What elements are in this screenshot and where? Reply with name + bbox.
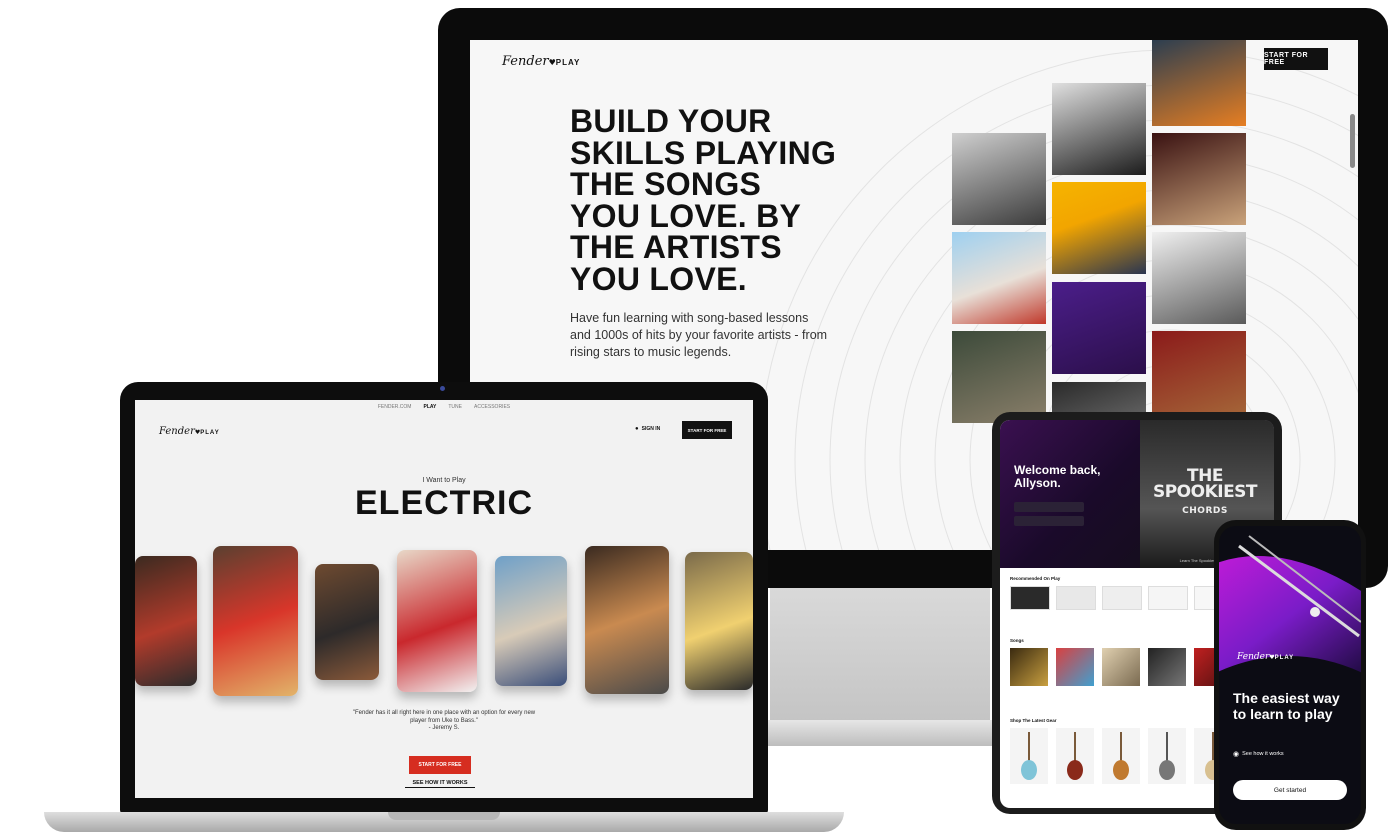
laptop-screen: FENDER.COM PLAY TUNE ACCESSORIES Fender♥…	[135, 400, 753, 798]
i-want-label: I Want to Play	[422, 477, 466, 484]
start-for-free-button[interactable]: START FOR FREE	[1264, 48, 1328, 70]
song-cover[interactable]	[1102, 648, 1140, 686]
logo-word: PLAY	[555, 58, 581, 67]
headline-line: BUILD YOUR	[570, 103, 772, 139]
welcome-message: Welcome back, Allyson.	[1014, 463, 1101, 490]
feature-title-main: THE SPOOKIEST	[1152, 466, 1258, 502]
lesson-thumbnail[interactable]	[1102, 586, 1142, 610]
phone-screen: Fender♥PLAY The easiest way to learn to …	[1219, 526, 1361, 824]
artist-photo	[952, 133, 1046, 225]
headline-line: THE SONGS	[570, 166, 762, 202]
sign-in-label: SIGN IN	[641, 426, 661, 432]
artist-photo	[952, 232, 1046, 324]
artist-photo	[1052, 282, 1146, 374]
feature-title-sub: CHORDS	[1182, 506, 1228, 516]
phone-headline: The easiest way to learn to play	[1233, 690, 1340, 722]
top-nav: FENDER.COM PLAY TUNE ACCESSORIES	[135, 400, 753, 414]
artist-photo	[1152, 232, 1246, 324]
scrollbar-thumb[interactable]	[1350, 114, 1355, 168]
headline-line: YOU LOVE. BY	[570, 197, 802, 234]
fender-play-logo: Fender♥PLAY	[1237, 652, 1294, 662]
camera-dot	[440, 386, 445, 391]
testimonial-quote: "Fender has it all right here in one pla…	[135, 709, 753, 725]
artist-photo	[1152, 40, 1246, 126]
headline-line: THE ARTISTS	[570, 229, 782, 265]
song-cover[interactable]	[1056, 648, 1094, 686]
player-card[interactable]	[495, 556, 567, 686]
player-card[interactable]	[585, 546, 669, 694]
song-cover[interactable]	[1148, 648, 1186, 686]
artist-photo	[1152, 331, 1246, 423]
fender-play-logo[interactable]: Fender♥PLAY	[159, 426, 220, 437]
lesson-thumbnail[interactable]	[1010, 586, 1050, 610]
instrument-title: ELECTRIC	[355, 484, 533, 522]
artist-photo	[952, 331, 1046, 423]
logo-word: PLAY	[200, 430, 220, 436]
how-label: See how it works	[1242, 751, 1284, 757]
recent-lesson-item[interactable]	[1014, 516, 1084, 526]
lesson-thumbnail[interactable]	[1148, 586, 1188, 610]
nav-link-fender[interactable]: FENDER.COM	[378, 404, 412, 410]
logo-script: Fender	[502, 54, 549, 69]
nav-link-tune[interactable]: TUNE	[448, 404, 462, 410]
hero-subtext: Have fun learning with song-based lesson…	[570, 311, 828, 359]
pick-icon: ♥	[548, 58, 556, 67]
player-card[interactable]	[397, 550, 477, 692]
see-how-it-works-link[interactable]: SEE HOW IT WORKS	[405, 780, 475, 788]
logo-word: PLAY	[1274, 655, 1295, 661]
sign-in-link[interactable]: ● SIGN IN	[635, 426, 660, 432]
lesson-thumbnail[interactable]	[1056, 586, 1096, 610]
quote-author: - Jeremy S.	[428, 725, 460, 731]
user-icon: ●	[635, 426, 639, 432]
fender-play-logo[interactable]: Fender♥PLAY	[502, 54, 580, 69]
song-cover[interactable]	[1010, 648, 1048, 686]
player-card[interactable]	[315, 564, 379, 680]
start-for-free-button[interactable]: START FOR FREE	[682, 421, 732, 439]
get-started-button[interactable]: Get started	[1233, 780, 1347, 800]
artist-photo	[1052, 83, 1146, 175]
quote-text: "Fender has it all right here in one pla…	[352, 710, 536, 724]
logo-script: Fender	[159, 426, 195, 437]
player-card[interactable]	[135, 556, 197, 686]
nav-link-play[interactable]: PLAY	[423, 404, 436, 410]
logo-script: Fender	[1237, 652, 1270, 662]
artist-photo	[1052, 182, 1146, 274]
section-title-recommended: Recommended On Play	[1010, 576, 1061, 581]
player-card[interactable]	[213, 546, 298, 696]
play-circle-icon: ◉	[1233, 751, 1240, 758]
hero-headline: BUILD YOUR SKILLS PLAYING THE SONGS YOU …	[570, 103, 870, 297]
headline-line: SKILLS PLAYING	[570, 134, 837, 171]
section-title-gear: Shop The Latest Gear	[1010, 718, 1057, 723]
section-title-songs: Songs	[1010, 638, 1024, 643]
see-how-it-works-link[interactable]: ◉ See how it works	[1233, 750, 1284, 758]
recent-lesson-item[interactable]	[1014, 502, 1084, 512]
feature-title: THE SPOOKIEST CHORDS	[1150, 468, 1260, 519]
nav-link-accessories[interactable]: ACCESSORIES	[474, 404, 510, 410]
player-card[interactable]	[685, 552, 753, 690]
headline-line: YOU LOVE.	[570, 260, 747, 297]
laptop-notch	[388, 812, 500, 820]
monitor-stand	[770, 588, 990, 723]
start-for-free-red-button[interactable]: START FOR FREE	[409, 756, 471, 774]
artist-photo	[1152, 133, 1246, 225]
